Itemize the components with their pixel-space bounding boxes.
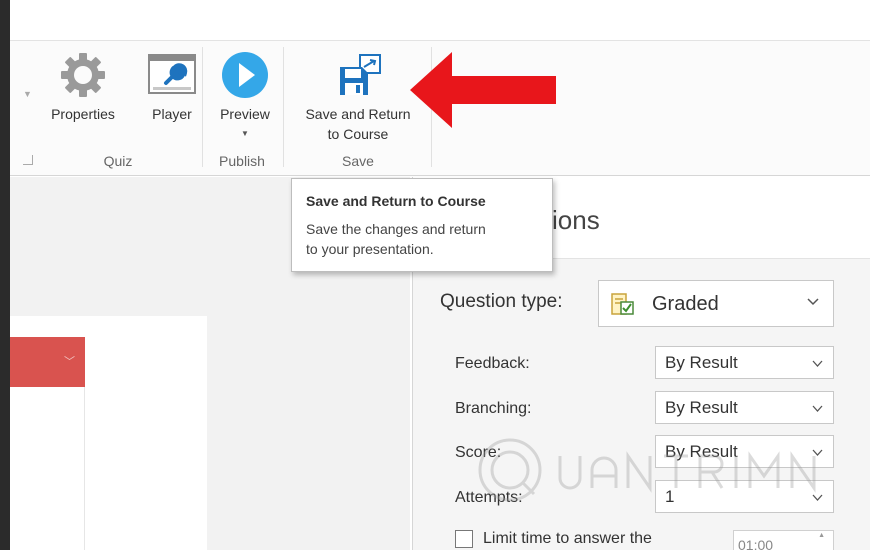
preview-button[interactable]: Preview ▼	[210, 41, 280, 151]
score-label: Score:	[455, 444, 502, 461]
feedback-select[interactable]: By Result	[655, 346, 834, 379]
pane-title: ions	[552, 205, 600, 235]
chevron-down-icon	[812, 405, 823, 412]
tooltip-body-line1: Save the changes and return	[306, 221, 486, 237]
question-type-value: Graded	[652, 293, 719, 315]
preview-dropdown-caret-icon[interactable]: ▼	[241, 129, 249, 138]
tooltip-body-line2: to your presentation.	[306, 241, 434, 257]
graded-checklist-icon	[611, 293, 634, 315]
branching-value: By Result	[665, 398, 738, 417]
question-type-label: Question type:	[440, 291, 563, 312]
save-return-icon	[332, 49, 384, 101]
save-and-return-tooltip: Save and Return to Course Save the chang…	[291, 178, 553, 272]
limit-time-label: Limit time to answer the	[483, 530, 652, 547]
chevron-down-icon	[812, 494, 823, 501]
score-value: By Result	[665, 442, 738, 461]
attempts-label: Attempts:	[455, 489, 523, 506]
feedback-label: Feedback:	[455, 355, 530, 372]
player-label: Player	[152, 106, 192, 122]
group-dialog-launcher-icon[interactable]	[23, 155, 33, 165]
properties-button[interactable]: Properties	[42, 41, 124, 151]
question-type-select[interactable]: Graded	[598, 280, 834, 327]
ribbon-separator	[283, 47, 284, 167]
time-limit-value: 01:00	[738, 537, 774, 550]
attempts-value: 1	[665, 487, 675, 506]
group-label-quiz: Quiz	[103, 153, 133, 169]
branching-select[interactable]: By Result	[655, 391, 834, 424]
red-arrow-annotation	[410, 52, 556, 128]
slide-header-bar[interactable]: ﹀	[10, 337, 85, 387]
group-label-save: Save	[342, 153, 374, 169]
attempts-select[interactable]: 1	[655, 480, 834, 513]
gear-icon	[57, 49, 109, 101]
preview-label: Preview	[220, 106, 270, 122]
chevron-down-icon	[812, 449, 823, 456]
chevron-down-icon: ﹀	[64, 356, 75, 368]
collapsed-group-caret-icon[interactable]: ▼	[23, 89, 32, 99]
play-icon	[219, 49, 271, 101]
title-area	[10, 0, 870, 40]
chevron-down-icon	[812, 360, 823, 367]
ribbon-separator	[202, 47, 203, 167]
time-limit-input[interactable]: 01:00 ▲	[733, 530, 834, 550]
score-select[interactable]: By Result	[655, 435, 834, 468]
player-wrench-icon	[146, 49, 198, 101]
player-button[interactable]: Player	[134, 41, 210, 151]
spin-up-icon[interactable]: ▲	[818, 532, 825, 539]
tooltip-title: Save and Return to Course	[306, 193, 486, 209]
limit-time-checkbox[interactable]	[455, 530, 473, 548]
feedback-value: By Result	[665, 353, 738, 372]
window-left-border	[0, 0, 10, 550]
chevron-down-icon	[807, 298, 819, 306]
app-window: ▼ Properties Player Preview ▼ Save and R…	[0, 0, 870, 550]
properties-label: Properties	[51, 106, 115, 122]
branching-label: Branching:	[455, 400, 532, 417]
group-label-publish: Publish	[219, 153, 265, 169]
slide-list-panel	[10, 387, 85, 550]
